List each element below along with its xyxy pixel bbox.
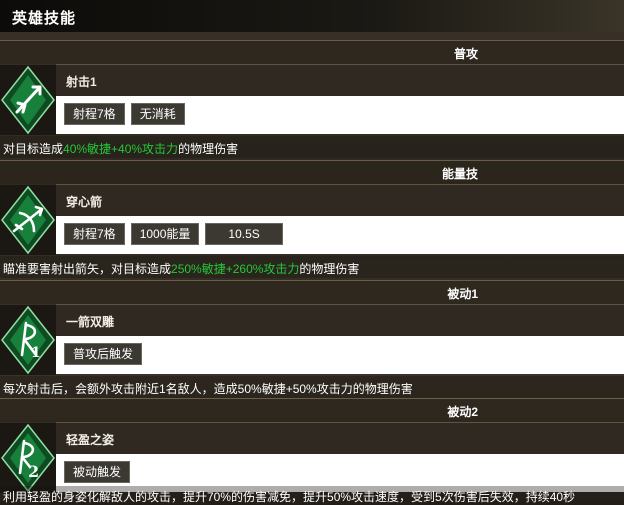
skill-tag-cost: 1000能量 [130,223,200,245]
skill-card-passive-1: 被动1 1 一箭双雕 普攻后触发 每次射击后，会额外攻击附近1名敌人，造成50%… [0,280,624,399]
skill-name-row: 一箭双雕 [56,304,624,336]
desc-text: 对目标造成 [3,142,64,156]
skill-category-band: 被动1 [0,280,624,304]
skill-name-row: 轻盈之姿 [56,422,624,454]
skill-description: 瞄准要害射出箭矢，对目标造成250%敏捷+260%攻击力的物理伤害 [0,256,624,278]
skill-card-passive-2: 被动2 2 轻盈之姿 被动触发 利用轻盈的身姿化解敌人的攻击，提升70%的伤害减… [0,398,624,505]
skill-name: 穿心箭 [66,195,103,209]
piercing-arrow-icon [0,185,56,255]
desc-text: 每次射击后，会额外攻击附近1名敌人，造成50%敏捷+50%攻击力的物理伤害 [3,382,413,396]
desc-text-end: 的物理伤害 [299,262,360,276]
desc-text: 瞄准要害射出箭矢，对目标造成 [3,262,172,276]
passive-1-icon: 1 [0,305,56,375]
skill-tag-cooldown: 10.5S [205,223,283,245]
skill-description: 对目标造成40%敏捷+40%攻击力的物理伤害 [0,136,624,158]
skill-name: 一箭双雕 [66,315,115,329]
skill-card-energy: 能量技 穿心箭 射程7格 1000能量 10.5S 瞄准要害射出箭矢，对目标造成… [0,160,624,279]
skill-name: 射击1 [66,75,97,89]
skill-name-row: 穿心箭 [56,184,624,216]
skill-description: 利用轻盈的身姿化解敌人的攻击，提升70%的伤害减免，提升50%攻击速度，受到5次… [0,486,624,505]
skill-tag-cost: 无消耗 [130,103,185,125]
desc-highlight: 250%敏捷+260%攻击力 [171,262,300,276]
arrow-shot-icon [0,65,56,135]
skill-category: 能量技 [441,167,478,181]
desc-text: 利用轻盈的身姿化解敌人的攻击，提升70%的伤害减免，提升50%攻击速度，受到5次… [3,490,576,504]
skill-category-band: 能量技 [0,160,624,184]
skill-tag-range: 射程7格 [64,223,125,245]
skill-card-basic-attack: 普攻 射击1 射程7格 无消耗 对目标造成40%敏捷+40%攻击力的物理伤害 [0,40,624,159]
desc-highlight: 40%敏捷+40%攻击力 [63,142,179,156]
skill-tags: 射程7格 无消耗 [56,96,624,134]
window-title: 英雄技能 [0,0,624,32]
skill-tag-trigger: 普攻后触发 [64,343,143,365]
svg-text:1: 1 [31,345,41,361]
skill-category-band: 被动2 [0,398,624,422]
hero-skills-panel: 英雄技能 普攻 射击1 射程7格 无消耗 对目标造成40%敏捷+40%攻击力的物… [0,0,624,505]
skill-category: 普攻 [453,47,478,61]
desc-text-end: 的物理伤害 [178,142,239,156]
passive-2-icon: 2 [0,423,56,493]
skill-category-band: 普攻 [0,40,624,64]
svg-text:2: 2 [28,462,39,481]
skill-tags: 普攻后触发 [56,336,624,374]
skill-category: 被动2 [447,405,478,419]
skill-name: 轻盈之姿 [66,433,115,447]
skill-tag-trigger: 被动触发 [64,461,131,483]
skill-tags: 射程7格 1000能量 10.5S [56,216,624,254]
skill-category: 被动1 [447,287,478,301]
skill-name-row: 射击1 [56,64,624,96]
skill-description: 每次射击后，会额外攻击附近1名敌人，造成50%敏捷+50%攻击力的物理伤害 [0,376,624,398]
skill-tag-range: 射程7格 [64,103,125,125]
